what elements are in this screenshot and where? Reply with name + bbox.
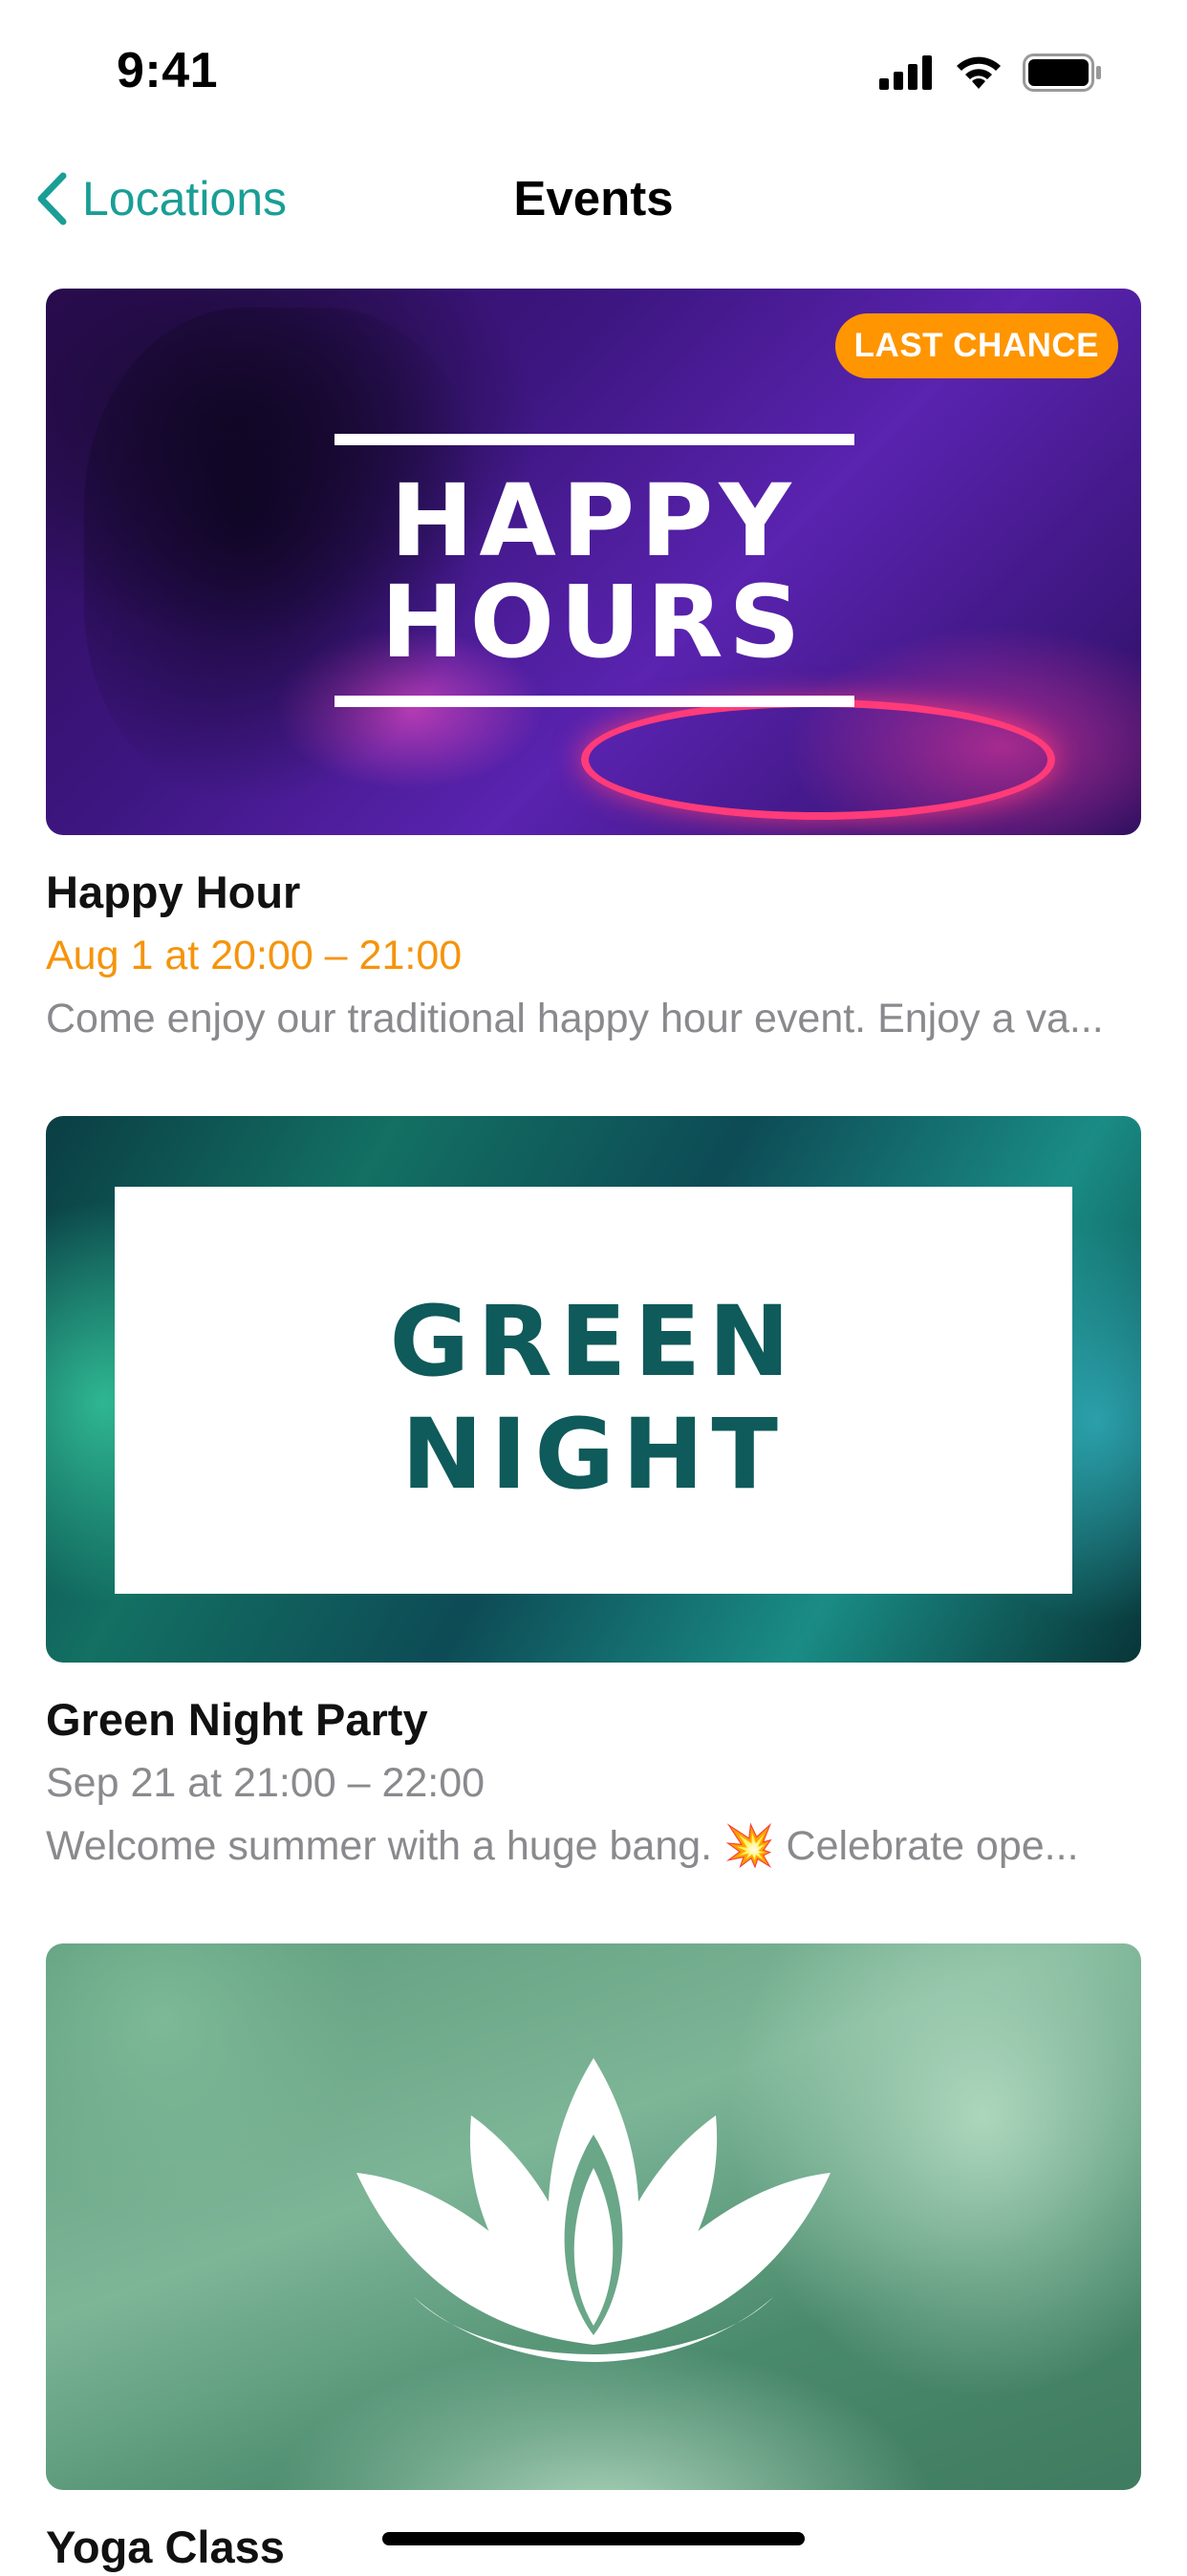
status-badge: LAST CHANCE [834,313,1118,378]
turntable-glow [581,699,1055,820]
headline-line: NIGHT [401,1398,786,1512]
event-title: Green Night Party [46,1694,428,1745]
image-headline: GREEN NIGHT [46,1286,1141,1512]
description-text: Celebrate ope... [774,1823,1079,1869]
event-description: Welcome summer with a huge bang. 💥 Celeb… [46,1819,1141,1873]
wifi-icon [957,56,1001,89]
event-title: Happy Hour [46,867,301,917]
explosion-emoji: 💥 [723,1823,775,1869]
headline-line: HOURS [380,564,807,680]
event-image: GREEN NIGHT [46,1116,1141,1663]
event-card-yoga-class[interactable]: Yoga Class [46,1943,1141,2576]
status-icons [879,54,1103,92]
image-headline: HAPPY HOURS [46,470,1141,673]
lotus-icon [356,2058,831,2362]
headline-line: HAPPY [390,462,797,579]
event-card-green-night[interactable]: GREEN NIGHT Green Night Party Sep 21 at … [46,1116,1141,1873]
event-image: HAPPY HOURS LAST CHANCE [46,289,1141,835]
description-text: Welcome summer with a huge bang. [46,1823,724,1869]
signal-icon [879,55,932,90]
event-description: Come enjoy our traditional happy hour ev… [46,996,1104,1041]
divider [335,696,854,707]
divider [335,434,854,445]
home-indicator[interactable] [382,2532,805,2545]
event-date: Sep 21 at 21:00 – 22:00 [46,1760,486,1806]
event-card-happy-hour[interactable]: HAPPY HOURS LAST CHANCE Happy Hour Aug 1… [46,289,1141,1045]
event-title: Yoga Class [46,2522,285,2572]
page-title: Events [513,171,674,225]
event-image [46,1943,1141,2490]
headline-line: GREEN [389,1285,798,1399]
status-bar: 9:41 [0,0,1187,143]
event-date: Aug 1 at 20:00 – 21:00 [46,933,463,978]
status-time: 9:41 [117,43,219,98]
navigation-bar: Locations Events [0,153,1187,248]
battery-icon [1023,54,1101,92]
